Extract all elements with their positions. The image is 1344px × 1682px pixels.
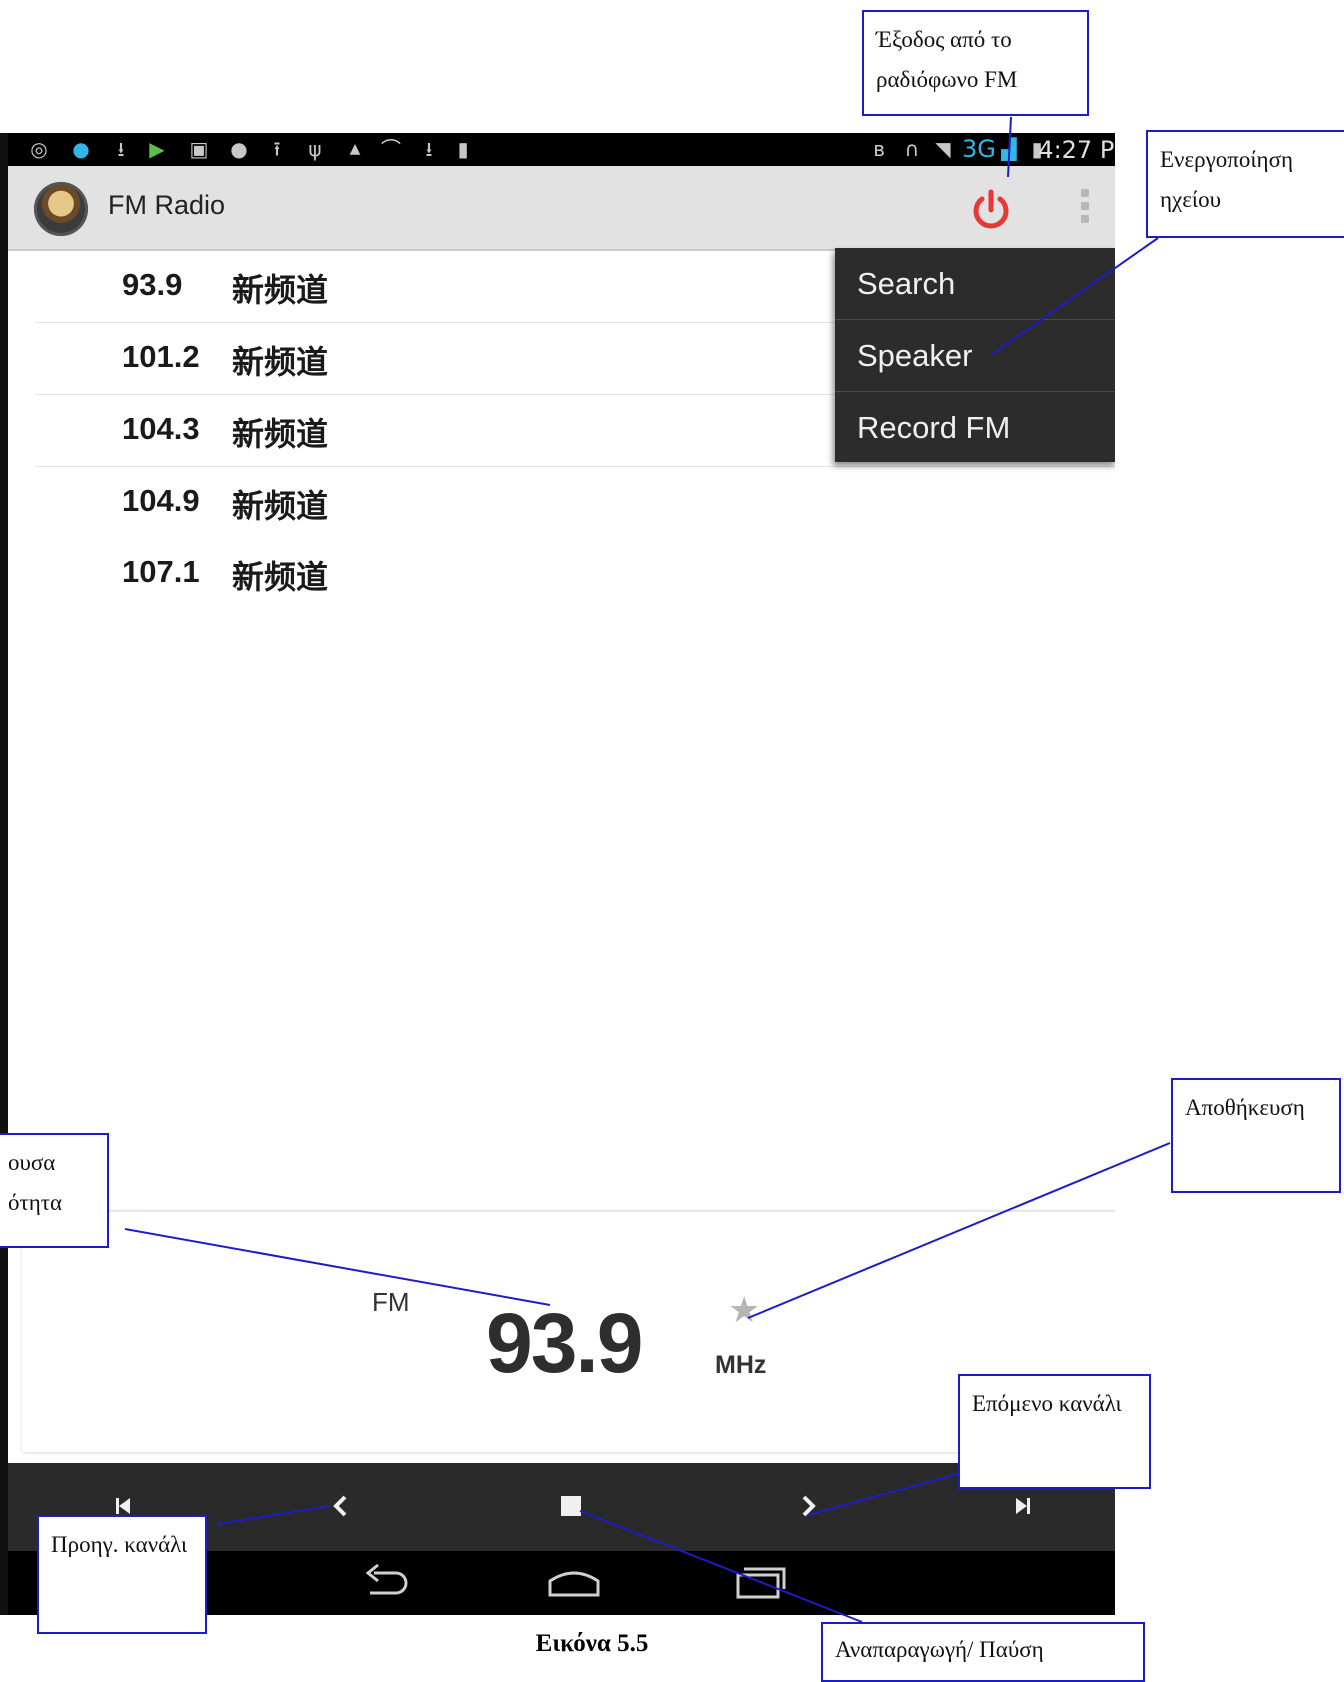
figure-caption: Εικόνα 5.5: [0, 1630, 1344, 1658]
favorite-star-icon[interactable]: ★: [728, 1289, 760, 1331]
callout-prev-channel: Προηγ. κανάλι: [37, 1515, 207, 1634]
callout-current-frequency: ουσα ότητα: [0, 1133, 109, 1248]
app-title: FM Radio: [108, 190, 226, 220]
overflow-menu-icon[interactable]: [1078, 186, 1092, 232]
signal-icon: ▟: [1001, 137, 1017, 161]
callout-next-channel: Επόμενο κανάλι: [958, 1374, 1151, 1489]
current-frequency: 93.9: [486, 1296, 643, 1390]
menu-item-speaker[interactable]: Speaker: [835, 320, 1115, 392]
callout-exit-radio: Έξοδος από το ραδιόφωνο FM: [862, 10, 1089, 116]
station-name: 新频道: [232, 271, 329, 309]
wifi-icon: ◥: [935, 137, 951, 161]
fm-radio-app-icon[interactable]: [34, 182, 88, 236]
menu-item-search[interactable]: Search: [835, 248, 1115, 320]
station-frequency: 104.9: [122, 483, 200, 518]
band-label: FM: [372, 1287, 410, 1317]
station-frequency: 104.3: [122, 411, 200, 446]
app-notification-icon: ●: [72, 137, 90, 161]
bluetooth-icon: ʙ: [873, 137, 885, 161]
station-row[interactable]: 104.9 新频道: [34, 467, 1115, 538]
device-edge: [0, 133, 8, 1615]
headset-icon: ∩: [904, 137, 920, 161]
callout-speaker: Ενεργοποίηση ηχείου: [1146, 130, 1344, 238]
download-icon: ⭳: [117, 137, 125, 161]
home-icon[interactable]: [546, 1561, 602, 1605]
skip-next-icon[interactable]: [1008, 1491, 1038, 1521]
stop-play-icon[interactable]: [556, 1491, 586, 1521]
station-name: 新频道: [232, 343, 329, 381]
action-bar: FM Radio: [8, 166, 1115, 251]
next-channel-icon[interactable]: [793, 1491, 823, 1521]
alert-icon: ●: [230, 137, 248, 161]
station-frequency: 107.1: [122, 554, 200, 589]
figure-caption-text: Εικόνα 5.5: [535, 1630, 649, 1657]
station-frequency: 101.2: [122, 339, 200, 374]
network-type: 3G: [962, 135, 996, 163]
overflow-dropdown-menu: Search Speaker Record FM: [835, 248, 1115, 462]
missed-call-icon: ⌒: [381, 137, 401, 161]
previous-channel-icon[interactable]: [326, 1491, 356, 1521]
lock-icon: ▲: [349, 141, 361, 157]
station-name: 新频道: [232, 558, 329, 596]
device-screen: ◎ ● ⭳ ▶ ▣ ● ⭱ ψ ▲ ⌒ ⭳ ▮ ʙ ∩ ◥ 3G ▟ ▮ 4:2…: [8, 133, 1115, 1615]
recent-apps-icon[interactable]: [732, 1561, 788, 1605]
station-name: 新频道: [232, 487, 329, 525]
status-bar: ◎ ● ⭳ ▶ ▣ ● ⭱ ψ ▲ ⌒ ⭳ ▮ ʙ ∩ ◥ 3G ▟ ▮ 4:2…: [8, 133, 1115, 166]
notification-icon: ◎: [30, 137, 48, 161]
station-name: 新频道: [232, 415, 329, 453]
back-icon[interactable]: [360, 1561, 414, 1605]
upload-icon: ⭱: [273, 137, 281, 161]
gallery-icon: ▣: [189, 137, 209, 161]
usb-icon: ψ: [308, 137, 322, 161]
power-icon[interactable]: [968, 186, 1014, 232]
station-row[interactable]: 107.1 新频道: [34, 538, 1115, 609]
play-store-icon: ▶: [149, 137, 165, 161]
storage-icon: ▮: [457, 137, 469, 161]
status-time: 4:27 PM: [1038, 136, 1115, 164]
download-icon-2: ⭳: [425, 137, 433, 161]
callout-save: Αποθήκευση: [1171, 1078, 1341, 1193]
station-frequency: 93.9: [122, 267, 183, 302]
frequency-unit: MHz: [715, 1351, 767, 1379]
menu-item-record-fm[interactable]: Record FM: [835, 392, 1115, 463]
